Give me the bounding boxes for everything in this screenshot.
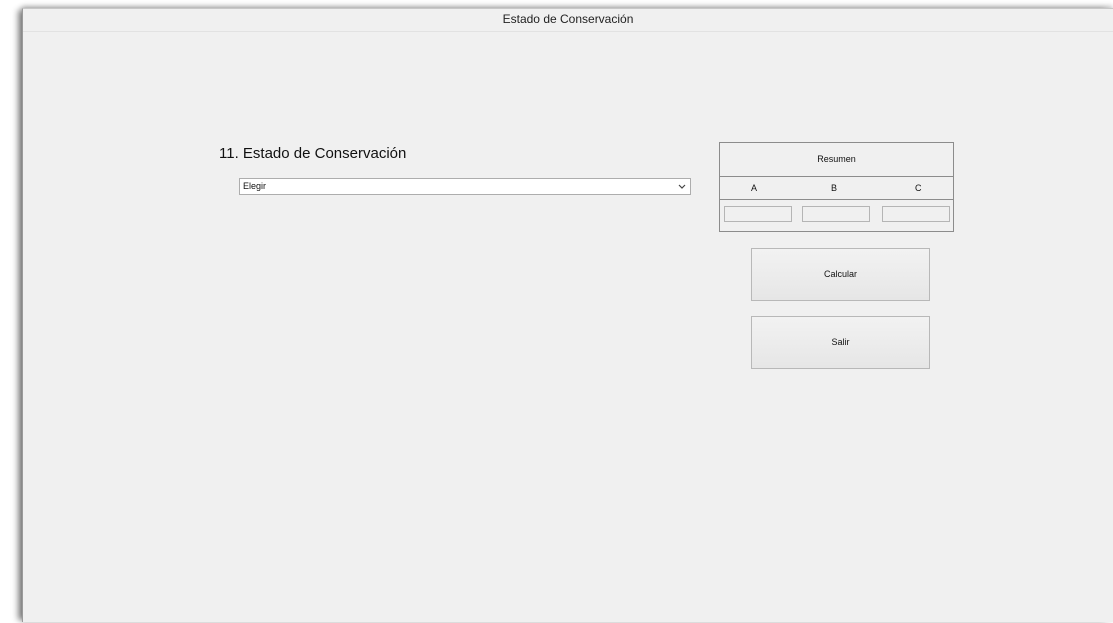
estado-combobox[interactable]: Elegir: [239, 178, 691, 195]
chevron-down-icon[interactable]: [677, 179, 687, 194]
app-window: Estado de Conservación 11. Estado de Con…: [22, 8, 1113, 622]
column-label-b: B: [831, 183, 838, 193]
screen: Estado de Conservación 11. Estado de Con…: [0, 0, 1113, 623]
salir-button[interactable]: Salir: [751, 316, 930, 369]
result-field-b[interactable]: [802, 206, 870, 222]
column-label-c: C: [915, 183, 922, 193]
result-field-a[interactable]: [724, 206, 792, 222]
window-titlebar: Estado de Conservación: [23, 9, 1113, 32]
section-title: 11. Estado de Conservación: [219, 145, 407, 162]
resumen-panel: Resumen A B C: [719, 142, 954, 232]
calcular-button[interactable]: Calcular: [751, 248, 930, 301]
window-title: Estado de Conservación: [502, 12, 634, 26]
result-field-c[interactable]: [882, 206, 950, 222]
column-label-a: A: [751, 183, 758, 193]
resumen-title: Resumen: [720, 143, 953, 177]
combo-selected-value: Elegir: [243, 181, 267, 191]
resumen-header-row: A B C: [720, 177, 953, 200]
